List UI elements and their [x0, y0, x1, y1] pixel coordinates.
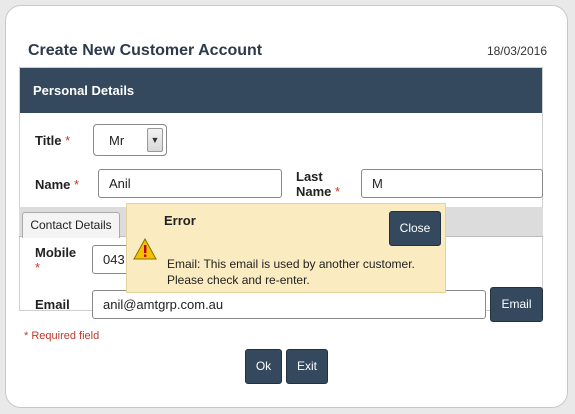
ok-button[interactable]: Ok: [245, 349, 282, 384]
email-button[interactable]: Email: [490, 287, 543, 322]
mobile-label: Mobile *: [35, 245, 77, 275]
page-title: Create New Customer Account: [28, 42, 263, 59]
last-name-input[interactable]: M: [361, 169, 543, 198]
close-button[interactable]: Close: [389, 211, 441, 246]
exit-button[interactable]: Exit: [286, 349, 328, 384]
title-select-value: Mr: [109, 133, 125, 148]
date-label: 18/03/2016: [486, 44, 547, 58]
email-label: Email: [35, 297, 70, 312]
name-input[interactable]: Anil: [98, 169, 282, 198]
error-message: Email: This email is used by another cus…: [167, 257, 415, 287]
error-title: Error: [164, 213, 196, 228]
title-label: Title *: [35, 133, 71, 148]
required-field-note: * Required field: [24, 330, 100, 342]
last-name-label: Last Name *: [296, 169, 341, 199]
email-input[interactable]: anil@amtgrp.com.au: [92, 290, 486, 319]
title-select[interactable]: Mr ▼: [93, 124, 167, 156]
name-label: Name *: [35, 177, 80, 192]
section-header: Personal Details: [20, 68, 542, 113]
chevron-down-icon[interactable]: ▼: [147, 128, 163, 152]
error-popup: Error Email: This email is used by anoth…: [126, 203, 446, 293]
tab-contact-details[interactable]: Contact Details: [22, 212, 120, 238]
warning-icon: [133, 238, 157, 260]
